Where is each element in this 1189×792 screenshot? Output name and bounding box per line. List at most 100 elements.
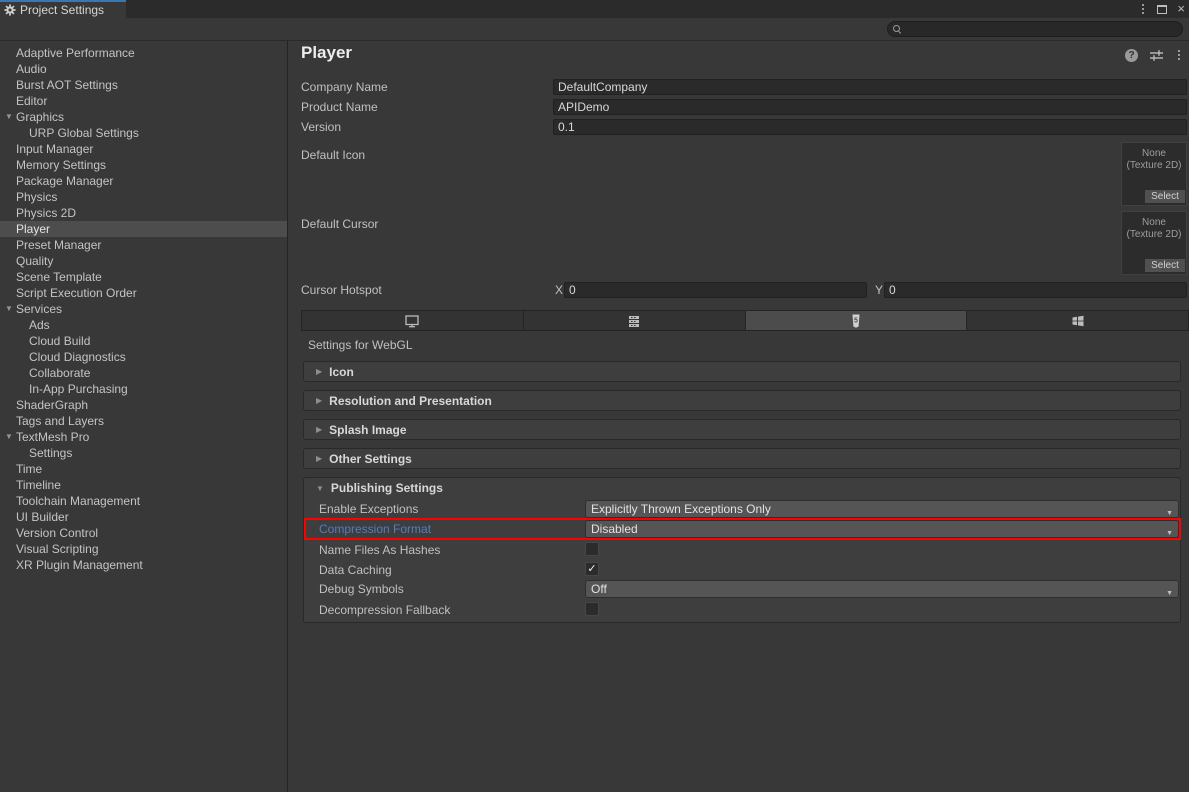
svg-text:5: 5 xyxy=(854,317,858,324)
sidebar-item[interactable]: Scene Template xyxy=(0,269,287,285)
search-icon xyxy=(893,25,902,34)
sidebar-item-label: Memory Settings xyxy=(16,158,106,172)
sidebar-item[interactable]: Version Control xyxy=(0,525,287,541)
sidebar-item-label: In-App Purchasing xyxy=(29,382,128,396)
section-header[interactable]: Icon xyxy=(303,361,1181,382)
product-name-field[interactable]: APIDemo xyxy=(553,99,1187,115)
section-header[interactable]: Splash Image xyxy=(303,419,1181,440)
presets-icon[interactable] xyxy=(1150,49,1163,62)
sidebar-item[interactable]: Cloud Build xyxy=(0,333,287,349)
sidebar-item[interactable]: In-App Purchasing xyxy=(0,381,287,397)
windows-icon xyxy=(1070,313,1086,329)
html5-webgl-icon: 5 xyxy=(848,313,864,329)
hotspot-y-field[interactable]: 0 xyxy=(884,282,1187,298)
foldout-collapsed-icon[interactable] xyxy=(316,396,322,405)
foldout-arrow-icon[interactable] xyxy=(3,109,15,125)
sidebar-item[interactable]: Preset Manager xyxy=(0,237,287,253)
project-settings-tab[interactable]: Project Settings xyxy=(0,0,126,18)
select-cursor-button[interactable]: Select xyxy=(1145,259,1185,272)
sidebar-item[interactable]: Graphics xyxy=(0,109,287,125)
sidebar-item[interactable]: Toolchain Management xyxy=(0,493,287,509)
sidebar-item-label: Visual Scripting xyxy=(16,542,99,556)
sidebar-item[interactable]: Settings xyxy=(0,445,287,461)
platform-tab-windows-store[interactable] xyxy=(967,311,1188,330)
foldout-collapsed-icon[interactable] xyxy=(316,425,322,434)
sidebar-item[interactable]: TextMesh Pro xyxy=(0,429,287,445)
sidebar-item[interactable]: Visual Scripting xyxy=(0,541,287,557)
enable-exceptions-label: Enable Exceptions xyxy=(319,501,418,517)
sidebar-item[interactable]: Cloud Diagnostics xyxy=(0,349,287,365)
decompression-fallback-row: Decompression Fallback xyxy=(304,601,1180,619)
section-header[interactable]: Resolution and Presentation xyxy=(303,390,1181,411)
compression-format-label: Compression Format xyxy=(319,521,431,537)
foldout-collapsed-icon[interactable] xyxy=(316,454,322,463)
platform-tab-dedicated-server[interactable] xyxy=(524,311,745,330)
sidebar-item[interactable]: Physics 2D xyxy=(0,205,287,221)
settings-sections: Icon Resolution and Presentation Splash … xyxy=(303,361,1181,477)
sidebar-item[interactable]: Script Execution Order xyxy=(0,285,287,301)
sidebar-item-label: Script Execution Order xyxy=(16,286,137,300)
texture-type-text: (Texture 2D) xyxy=(1122,229,1186,241)
sidebar-item[interactable]: Tags and Layers xyxy=(0,413,287,429)
window-more-icon[interactable] xyxy=(1139,2,1147,16)
name-files-as-hashes-label: Name Files As Hashes xyxy=(319,542,440,558)
select-icon-button[interactable]: Select xyxy=(1145,190,1185,203)
search-input[interactable] xyxy=(887,21,1183,37)
debug-symbols-dropdown[interactable]: Off xyxy=(585,580,1179,598)
sidebar-item[interactable]: Input Manager xyxy=(0,141,287,157)
sidebar-item[interactable]: Collaborate xyxy=(0,365,287,381)
sidebar-item[interactable]: Memory Settings xyxy=(0,157,287,173)
default-icon-label: Default Icon xyxy=(301,147,365,163)
decompression-fallback-label: Decompression Fallback xyxy=(319,602,450,618)
foldout-arrow-icon[interactable] xyxy=(3,301,15,317)
sidebar-item-label: XR Plugin Management xyxy=(16,558,143,572)
section-label: Icon xyxy=(329,365,354,379)
foldout-expanded-icon[interactable] xyxy=(316,484,324,493)
hotspot-x-field[interactable]: 0 xyxy=(564,282,867,298)
sidebar-item[interactable]: Audio xyxy=(0,61,287,77)
foldout-arrow-icon[interactable] xyxy=(3,429,15,445)
name-files-as-hashes-checkbox[interactable] xyxy=(585,542,599,556)
platform-tab-strip: 5 xyxy=(301,310,1189,331)
platform-tab-webgl[interactable]: 5 xyxy=(746,311,967,330)
sidebar-item[interactable]: URP Global Settings xyxy=(0,125,287,141)
page-title: Player xyxy=(301,43,352,63)
sidebar-item[interactable]: Burst AOT Settings xyxy=(0,77,287,93)
compression-format-dropdown[interactable]: Disabled xyxy=(585,520,1179,538)
close-icon[interactable] xyxy=(1177,4,1185,14)
sidebar-item[interactable]: Player xyxy=(0,221,287,237)
sidebar-item[interactable]: Services xyxy=(0,301,287,317)
foldout-collapsed-icon[interactable] xyxy=(316,367,322,376)
version-field[interactable]: 0.1 xyxy=(553,119,1187,135)
sidebar-item-label: Time xyxy=(16,462,42,476)
data-caching-checkbox[interactable] xyxy=(585,562,599,576)
sidebar-item[interactable]: ShaderGraph xyxy=(0,397,287,413)
decompression-fallback-checkbox[interactable] xyxy=(585,602,599,616)
default-icon-texture-slot[interactable]: None (Texture 2D) Select xyxy=(1121,142,1187,206)
default-cursor-texture-slot[interactable]: None (Texture 2D) Select xyxy=(1121,211,1187,275)
help-icon[interactable] xyxy=(1125,49,1138,62)
sidebar-item[interactable]: Editor xyxy=(0,93,287,109)
sidebar-item-label: Timeline xyxy=(16,478,61,492)
sidebar-item[interactable]: Quality xyxy=(0,253,287,269)
maximize-icon[interactable] xyxy=(1157,5,1167,14)
company-name-label: Company Name xyxy=(301,79,388,95)
platform-tab-standalone[interactable] xyxy=(302,311,523,330)
desktop-monitor-icon xyxy=(404,313,420,329)
sidebar-item[interactable]: Package Manager xyxy=(0,173,287,189)
section-header[interactable]: Other Settings xyxy=(303,448,1181,469)
publishing-settings-header[interactable]: Publishing Settings xyxy=(316,481,443,495)
sidebar-item[interactable]: XR Plugin Management xyxy=(0,557,287,573)
sidebar-item[interactable]: Timeline xyxy=(0,477,287,493)
sidebar-item-label: Scene Template xyxy=(16,270,102,284)
sidebar-item[interactable]: UI Builder xyxy=(0,509,287,525)
sidebar-item[interactable]: Adaptive Performance xyxy=(0,45,287,61)
texture-type-text: (Texture 2D) xyxy=(1122,160,1186,172)
panel-more-icon[interactable] xyxy=(1175,48,1183,62)
sidebar-item[interactable]: Ads xyxy=(0,317,287,333)
company-name-field[interactable]: DefaultCompany xyxy=(553,79,1187,95)
sidebar-item[interactable]: Time xyxy=(0,461,287,477)
enable-exceptions-dropdown[interactable]: Explicitly Thrown Exceptions Only xyxy=(585,500,1179,518)
sidebar-item[interactable]: Physics xyxy=(0,189,287,205)
data-caching-label: Data Caching xyxy=(319,562,392,578)
